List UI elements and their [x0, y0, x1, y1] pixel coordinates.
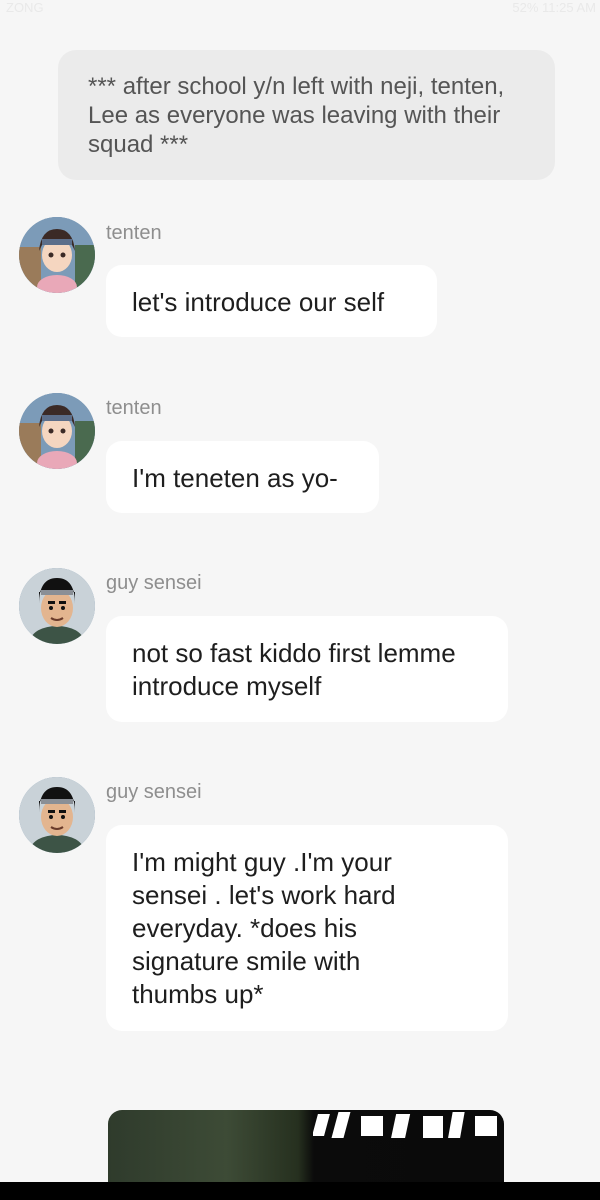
sender-name: tenten	[106, 222, 162, 244]
message-text: not so fast kiddo first lemme introduce …	[132, 638, 456, 701]
message-bubble[interactable]: I'm teneten as yo-	[106, 441, 379, 513]
media-attachment[interactable]	[108, 1110, 504, 1182]
navigation-bar	[0, 1182, 600, 1200]
media-image-icon	[313, 1112, 497, 1138]
message-text: I'm teneten as yo-	[132, 463, 338, 493]
narration-text: *** after school y/n left with neji, ten…	[88, 73, 505, 158]
message-bubble[interactable]: not so fast kiddo first lemme introduce …	[106, 616, 508, 722]
guy-sensei-avatar-icon[interactable]	[19, 777, 95, 853]
sender-name: guy sensei	[106, 781, 202, 803]
sender-name: guy sensei	[106, 572, 202, 594]
sender-name: tenten	[106, 397, 162, 419]
message-bubble[interactable]: let's introduce our self	[106, 265, 437, 337]
message-bubble[interactable]: I'm might guy .I'm your sensei . let's w…	[106, 825, 508, 1031]
status-icons: 52% 11:25 AM	[512, 0, 596, 15]
tenten-avatar-icon[interactable]	[19, 393, 95, 469]
carrier-label: ZONG	[6, 0, 44, 15]
status-bar: ZONG 52% 11:25 AM	[0, 0, 600, 18]
message-text: let's introduce our self	[132, 287, 385, 317]
guy-sensei-avatar-icon[interactable]	[19, 568, 95, 644]
narration-bubble: *** after school y/n left with neji, ten…	[58, 50, 555, 180]
message-text: I'm might guy .I'm your sensei . let's w…	[132, 847, 396, 1009]
tenten-avatar-icon[interactable]	[19, 217, 95, 293]
